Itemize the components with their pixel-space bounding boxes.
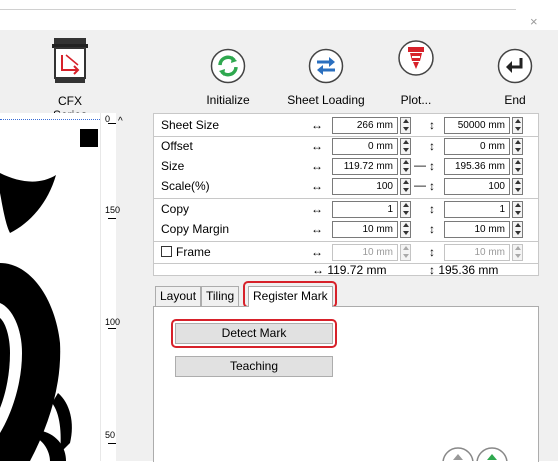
main-window: CFX Series Initialize Sheet Loading (0, 30, 558, 462)
sheet-size-row: Sheet Size ↔ 266 mm ↕ 50000 mm (154, 115, 538, 135)
scale-v-stepper[interactable] (512, 178, 523, 195)
tab-register-mark[interactable]: Register Mark (248, 286, 333, 307)
frame-v-stepper (512, 244, 523, 261)
offset-h-stepper[interactable] (400, 138, 411, 155)
initialize-label: Initialize (206, 93, 250, 107)
vertical-arrow-icon: ↕ (429, 179, 435, 193)
horizontal-arrow-icon: ↔ (311, 159, 323, 173)
vertical-arrow-icon: ↕ (429, 139, 435, 153)
offset-v-field[interactable]: 0 mm (444, 138, 510, 155)
ruler-tick (108, 328, 116, 329)
return-arrow-icon (497, 48, 533, 84)
plotter-pen-icon (398, 40, 434, 76)
scale-h-stepper[interactable] (400, 178, 411, 195)
settings-panel: Sheet Size ↔ 266 mm ↕ 50000 mm Offset ↔ … (153, 113, 539, 277)
frame-row: Frame ↔ 10 mm ↕ 10 mm (154, 242, 538, 262)
highlight-detect-mark (171, 319, 337, 348)
frame-h-stepper (400, 244, 411, 261)
sheet-size-v-stepper[interactable] (512, 117, 523, 134)
artwork-preview (0, 129, 98, 461)
ruler-tick (108, 123, 116, 124)
sheet-size-h-field[interactable]: 266 mm (332, 117, 398, 134)
vertical-arrow-icon: ↕ (429, 118, 435, 132)
copy-margin-row: Copy Margin ↔ 10 mm ↕ 10 mm (154, 219, 538, 239)
offset-h-field[interactable]: 0 mm (332, 138, 398, 155)
size-h-field[interactable]: 119.72 mm (332, 158, 398, 175)
device-button[interactable]: CFX Series (40, 35, 100, 122)
vertical-arrow-icon: ↕ (429, 202, 435, 216)
teaching-button[interactable]: Teaching (175, 356, 333, 377)
refresh-icon (210, 48, 246, 84)
link-dash: — (414, 158, 426, 172)
end-label: End (504, 93, 526, 107)
frame-v-field: 10 mm (444, 244, 510, 261)
scale-h-field[interactable]: 100 (332, 178, 398, 195)
size-v-field[interactable]: 195.36 mm (444, 158, 510, 175)
offset-label: Offset (161, 139, 193, 153)
size-label: Size (161, 159, 185, 173)
sheet-loading-label: Sheet Loading (287, 93, 365, 107)
close-icon[interactable]: × (530, 14, 538, 29)
size-h-stepper[interactable] (400, 158, 411, 175)
cutter-device-icon (52, 38, 88, 83)
copy-row: Copy ↔ 1 ↕ 1 (154, 199, 538, 219)
copy-margin-v-field[interactable]: 10 mm (444, 221, 510, 238)
horizontal-arrow-icon: ↔ (311, 222, 323, 236)
preview-canvas[interactable] (0, 113, 100, 461)
offset-row: Offset ↔ 0 mm ↕ 0 mm (154, 136, 538, 156)
total-height: ↕ 195.36 mm (429, 263, 499, 277)
sheet-size-v-field[interactable]: 50000 mm (444, 117, 510, 134)
copy-margin-label: Copy Margin (161, 222, 230, 236)
ruler-tick (108, 443, 116, 444)
copy-v-field[interactable]: 1 (444, 201, 510, 218)
tabs-area: Layout Tiling Register Mark Detect Mark … (153, 281, 539, 462)
horizontal-arrow-icon: ↔ (311, 245, 323, 259)
totals-row: ↔ 119.72 mm ↕ 195.36 mm (154, 260, 538, 280)
vertical-arrow-icon: ↕ (429, 159, 435, 173)
frame-checkbox[interactable] (161, 246, 172, 257)
copy-margin-h-stepper[interactable] (400, 221, 411, 238)
partial-bottom-icons[interactable] (440, 446, 510, 461)
scale-row: Scale(%) ↔ 100 — ↕ 100 (154, 176, 538, 196)
sheet-size-label: Sheet Size (161, 118, 220, 132)
horizontal-arrow-icon: ↔ (311, 179, 323, 193)
horizontal-arrow-icon: ↔ (311, 202, 323, 216)
ruler-tick (108, 218, 116, 219)
initialize-button[interactable]: Initialize (188, 48, 268, 108)
copy-h-field[interactable]: 1 (332, 201, 398, 218)
scale-label: Scale(%) (161, 179, 210, 193)
copy-h-stepper[interactable] (400, 201, 411, 218)
size-v-stepper[interactable] (512, 158, 523, 175)
end-button[interactable]: End (475, 48, 555, 108)
swap-arrows-icon (308, 48, 344, 84)
scale-v-field[interactable]: 100 (444, 178, 510, 195)
horizontal-arrow-icon: ↔ (311, 139, 323, 153)
ruler-mark: 50 (105, 430, 116, 440)
copy-label: Copy (161, 202, 190, 216)
sheet-size-h-stepper[interactable] (400, 117, 411, 134)
register-mark-tab-panel: Detect Mark Teaching (153, 306, 539, 462)
copy-v-stepper[interactable] (512, 201, 523, 218)
vertical-ruler: 0 150 100 50 (100, 113, 120, 461)
copy-margin-h-field[interactable]: 10 mm (332, 221, 398, 238)
size-row: Size ↔ 119.72 mm — ↕ 195.36 mm (154, 156, 538, 176)
title-bar-divider (0, 9, 516, 10)
tab-tiling[interactable]: Tiling (201, 286, 240, 306)
copy-margin-v-stepper[interactable] (512, 221, 523, 238)
tab-layout[interactable]: Layout (155, 286, 202, 306)
horizontal-arrow-icon: ↔ (311, 118, 323, 132)
sheet-loading-button[interactable]: Sheet Loading (286, 48, 366, 108)
vertical-arrow-icon: ↕ (429, 245, 435, 259)
frame-label: Frame (176, 245, 211, 259)
link-dash: — (414, 178, 426, 192)
plot-button[interactable]: Plot... (376, 40, 456, 108)
vertical-arrow-icon: ↕ (429, 222, 435, 236)
ruler-mark: 150 (105, 205, 121, 215)
frame-h-field: 10 mm (332, 244, 398, 261)
scroll-up-icon[interactable]: ^ (118, 116, 123, 127)
offset-v-stepper[interactable] (512, 138, 523, 155)
ruler-mark: 100 (105, 317, 121, 327)
total-width: ↔ 119.72 mm (312, 263, 387, 277)
plot-label: Plot... (400, 93, 432, 107)
